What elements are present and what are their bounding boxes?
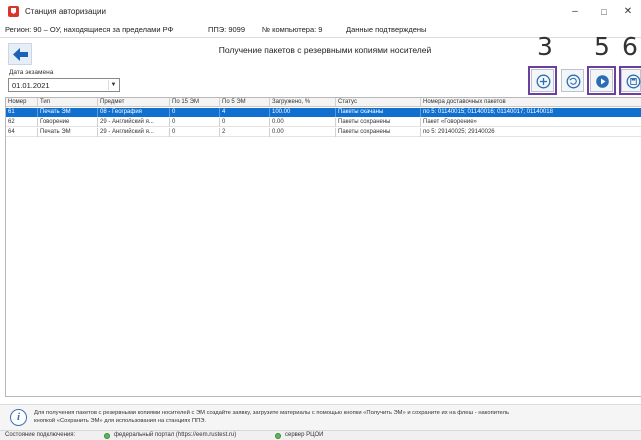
back-button[interactable] [8, 43, 32, 65]
help-text: Для получения пакетов с резервными копия… [34, 409, 639, 425]
status-bar: Состояние подключения: федеральный порта… [0, 430, 641, 440]
table-cell: по 5: 01140015; 01140016; 01140017; 0114… [423, 109, 553, 115]
chevron-down-icon[interactable]: ▼ [108, 80, 118, 90]
table-cell: 0.00 [270, 128, 336, 137]
column-header[interactable]: Тип [38, 98, 98, 107]
table-cell: Пакеты сохранены [336, 128, 421, 137]
maximize-button[interactable]: □ [593, 4, 615, 20]
table-cell: 0.00 [270, 118, 336, 127]
plus-circle-icon [536, 74, 551, 89]
table-cell: 61 [6, 108, 38, 117]
portal-status-ok-icon [104, 433, 110, 439]
column-header[interactable]: Номера доставочных пакетов [421, 98, 641, 107]
get-em-button[interactable] [590, 69, 613, 92]
table-header-row: Номер Тип Предмет По 15 ЭМ По 5 ЭМ Загру… [6, 98, 641, 107]
column-header[interactable]: Загружено, % [270, 98, 336, 107]
table-cell: Пакеты скачаны [336, 108, 421, 117]
play-circle-icon [596, 75, 609, 88]
table-cell: 29 - Английский я... [98, 128, 170, 137]
column-header[interactable]: Номер [6, 98, 38, 107]
table-cell: 100.00 [270, 108, 336, 117]
table-cell: Пакеты сохранены [336, 118, 421, 127]
save-circle-icon [626, 74, 641, 89]
page-title: Получение пакетов с резервными копиями н… [218, 45, 432, 55]
column-header[interactable]: Статус [336, 98, 421, 107]
exam-date-value: 01.01.2021 [12, 81, 50, 90]
server-status-ok-icon [275, 433, 281, 439]
table-cell: 64 [6, 128, 38, 137]
region-text: Регион: 90 – ОУ, находящиеся за пределам… [5, 25, 174, 34]
table-cell: по 5: 29140025; 29140026 [423, 129, 495, 135]
annotation-number-5: 5 [594, 32, 610, 61]
table-cell: 0 [220, 118, 270, 127]
column-header[interactable]: Предмет [98, 98, 170, 107]
table-row[interactable]: 64 Печать ЭМ 29 - Английский я... 0 2 0.… [6, 128, 641, 137]
table-cell: Печать ЭМ [38, 108, 98, 117]
server-status-text: сервер РЦОИ [285, 432, 324, 438]
app-shield-icon [8, 6, 19, 17]
info-icon: i [10, 409, 27, 426]
table-cell: 08 - География [98, 108, 170, 117]
table-cell: 0 [170, 118, 220, 127]
annotation-number-3: 3 [537, 32, 553, 61]
window-title: Станция авторизации [25, 7, 106, 16]
computer-number-text: № компьютера: 9 [262, 25, 323, 34]
column-header[interactable]: По 5 ЭМ [220, 98, 270, 107]
column-header[interactable]: По 15 ЭМ [170, 98, 220, 107]
packages-table[interactable]: Номер Тип Предмет По 15 ЭМ По 5 ЭМ Загру… [5, 97, 641, 397]
table-row[interactable]: 62 Говорение 29 - Английский я... 0 0 0.… [6, 118, 641, 127]
close-button[interactable]: ✕ [617, 4, 639, 20]
table-cell: 0 [170, 128, 220, 137]
table-cell: 2 [220, 128, 270, 137]
confirmation-status-text: Данные подтверждены [346, 25, 427, 34]
ppe-text: ППЭ: 9099 [208, 25, 246, 34]
portal-status-text: федеральный портал (https://eem.rustest.… [114, 432, 237, 438]
back-arrow-icon [13, 48, 28, 61]
save-em-button[interactable] [621, 69, 641, 92]
table-cell: 29 - Английский я... [98, 118, 170, 127]
exam-date-label: Дата экзамена [9, 69, 54, 76]
refresh-button[interactable] [561, 69, 584, 92]
table-cell: Говорение [38, 118, 98, 127]
help-panel: i Для получения пакетов с резервными коп… [0, 404, 641, 430]
annotation-number-6: 6 [622, 32, 638, 61]
help-line-1: Для получения пакетов с резервными копия… [34, 410, 509, 416]
table-cell: 0 [170, 108, 220, 117]
table-row[interactable]: 61 Печать ЭМ 08 - География 0 4 100.00 П… [6, 108, 641, 117]
table-cell: 62 [6, 118, 38, 127]
exam-date-select[interactable]: 01.01.2021 ▼ [8, 78, 120, 92]
refresh-circle-icon [566, 74, 581, 89]
minimize-button[interactable]: – [564, 4, 586, 20]
connection-status-label: Состояние подключения: [5, 432, 76, 438]
create-request-button[interactable] [531, 69, 554, 92]
table-cell: Печать ЭМ [38, 128, 98, 137]
title-bar: Станция авторизации – □ ✕ [0, 0, 641, 24]
table-cell: Пакет «Говорение» [423, 119, 477, 125]
table-cell: 4 [220, 108, 270, 117]
help-line-2: кнопкой «Сохранить ЭМ» для использования… [34, 418, 207, 424]
